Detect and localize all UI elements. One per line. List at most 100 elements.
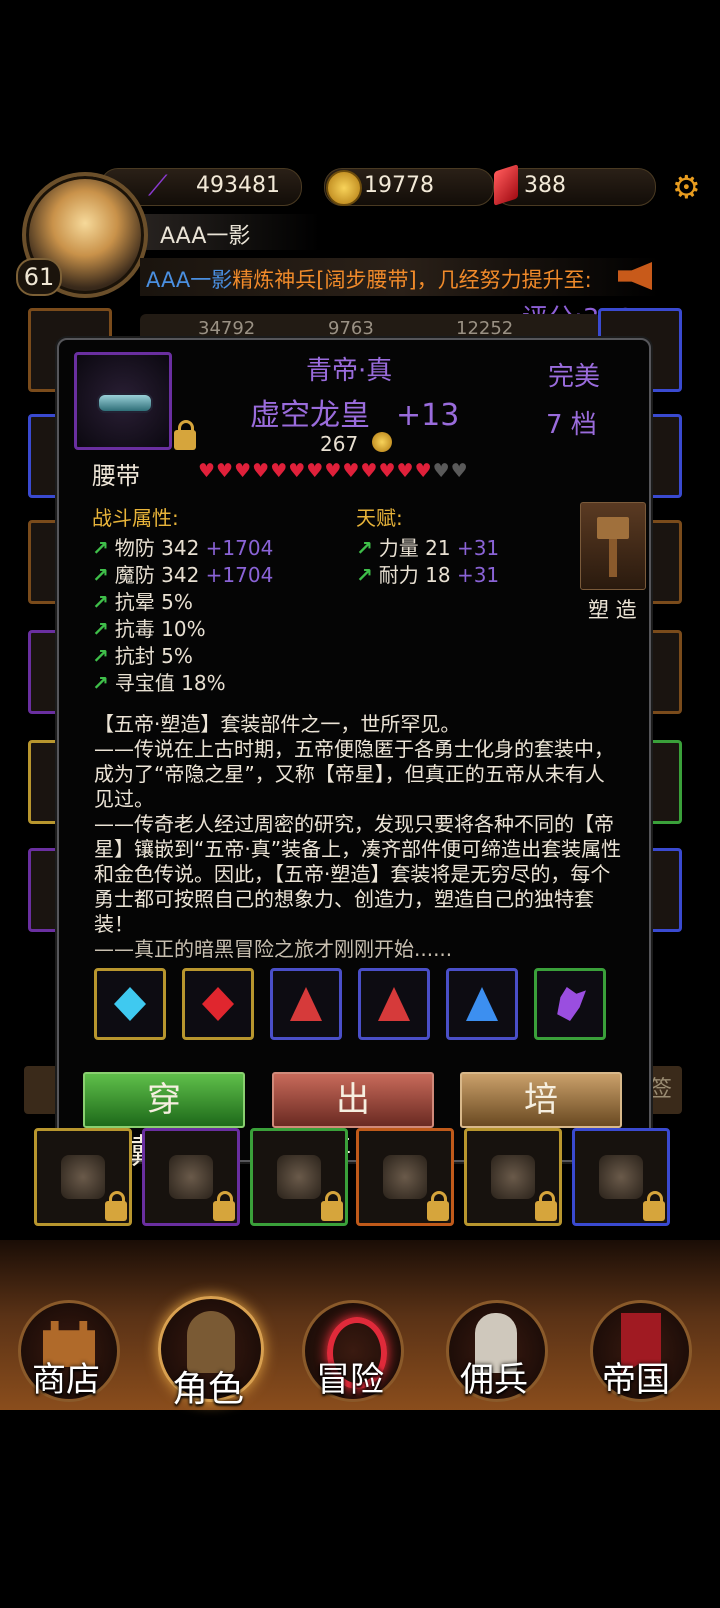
arrow-up-icon: ↗ (92, 671, 109, 695)
equip-button[interactable]: 穿戴 (83, 1072, 245, 1172)
hammer-icon (597, 517, 629, 539)
blue-triangle-gem-icon (466, 987, 498, 1021)
gem-socket[interactable] (182, 968, 254, 1040)
heart-full-icon: ♥ (234, 460, 253, 482)
settings-gear-icon[interactable]: ⚙ (672, 171, 702, 203)
combat-stat-bonus: +1704 (205, 563, 274, 587)
ruby-amount: 388 (524, 173, 566, 198)
equipment-slot[interactable] (142, 1128, 240, 1226)
purple-crystal-gem-icon (557, 987, 586, 1021)
combat-stat-name: 物防 342 (114, 536, 200, 560)
bg-right-tab-label: 签 (649, 1077, 672, 1102)
sell-button[interactable]: 出售 (272, 1072, 434, 1172)
item-enhance-level: +13 (396, 398, 460, 433)
talent-stat-name: 耐力 18 (378, 563, 451, 587)
equipment-slot[interactable] (464, 1128, 562, 1226)
lore-paragraph: ——真正的暗黑冒险之旅才刚刚开始...... (94, 937, 453, 961)
blue-diamond-gem-icon (114, 987, 146, 1021)
combat-stat-row: ↗ 抗毒 10% (92, 613, 206, 642)
item-lock-icon[interactable] (174, 420, 196, 450)
slot-lock-icon (643, 1191, 665, 1221)
combat-stat-bonus: +1704 (205, 536, 274, 560)
gem-socket[interactable] (446, 968, 518, 1040)
combat-stat-row: ↗ 抗封 5% (92, 640, 193, 669)
red-triangle-gem-icon (378, 987, 410, 1021)
hood-icon (491, 1155, 535, 1199)
combat-stat-name: 抗封 5% (114, 644, 193, 668)
arrow-up-icon: ↗ (92, 617, 109, 641)
heart-full-icon: ♥ (198, 460, 217, 482)
dagger-icon (61, 1155, 105, 1199)
item-name: 虚空龙皇 (250, 398, 370, 433)
forge-label: 塑 造 (588, 598, 637, 622)
heart-full-icon: ♥ (342, 460, 361, 482)
equipment-slot[interactable] (572, 1128, 670, 1226)
price-coin-icon (372, 432, 392, 452)
heart-full-icon: ♥ (216, 460, 235, 482)
gem-socket[interactable] (358, 968, 430, 1040)
heart-full-icon: ♥ (306, 460, 325, 482)
combat-stat-name: 寻宝值 18% (114, 671, 226, 695)
nav-shop-label: 商店 (32, 1360, 100, 1400)
train-button[interactable]: 培养 (460, 1072, 622, 1172)
belt-icon (97, 393, 153, 413)
equipment-slot[interactable] (34, 1128, 132, 1226)
arrow-up-icon: ↗ (92, 563, 109, 587)
heart-full-icon: ♥ (288, 460, 307, 482)
talent-stat-bonus: +31 (456, 563, 500, 587)
gold-amount: 19778 (364, 173, 434, 198)
talent-stat-row: ↗ 耐力 18 +31 (356, 559, 499, 588)
talent-stat-name: 力量 21 (378, 536, 451, 560)
talent-stat-bonus: +31 (456, 536, 500, 560)
heart-full-icon: ♥ (414, 460, 433, 482)
item-title: 虚空龙皇 +13 (250, 390, 459, 434)
equipment-slot[interactable] (250, 1128, 348, 1226)
equipment-slot[interactable] (356, 1128, 454, 1226)
broadcast-text: AAA一影精炼神兵[阔步腰带]，几经努力提升至: (146, 264, 592, 294)
heart-empty-icon: ♥ (432, 460, 451, 482)
broadcast-player: AAA一影 (146, 268, 233, 292)
crystal-icon: ⟋ (148, 169, 168, 202)
item-quality: 完美 (548, 362, 601, 392)
slot-lock-icon (213, 1191, 235, 1221)
arrow-up-icon: ↗ (92, 590, 109, 614)
nav-empire-label: 帝国 (602, 1360, 670, 1400)
heart-full-icon: ♥ (360, 460, 379, 482)
arrow-up-icon: ↗ (92, 536, 109, 560)
arrow-up-icon: ↗ (356, 563, 373, 587)
player-level-badge: 61 (16, 258, 62, 296)
item-lore: 【五帝·塑造】套装部件之一，世所罕见。 ——传说在上古时期，五帝便隐匿于各勇士化… (94, 712, 624, 962)
combat-stat-row: ↗ 魔防 342 +1704 (92, 559, 273, 588)
arrow-up-icon: ↗ (356, 536, 373, 560)
combat-stat-row: ↗ 物防 342 +1704 (92, 532, 273, 561)
durability-hearts: ♥♥♥♥♥♥♥♥♥♥♥♥♥♥♥ (198, 460, 469, 482)
gem-socket[interactable] (270, 968, 342, 1040)
lore-paragraph: 【五帝·塑造】套装部件之一，世所罕见。 (94, 712, 461, 736)
crystal-amount: 493481 (196, 173, 280, 198)
heart-full-icon: ♥ (396, 460, 415, 482)
gem-socket[interactable] (534, 968, 606, 1040)
bg-stat-magic: 12252 (456, 318, 514, 339)
player-name: AAA一影 (160, 224, 251, 249)
forge-button[interactable] (580, 502, 646, 590)
item-type: 腰带 (92, 462, 140, 490)
nav-character-label: 角色 (171, 1369, 244, 1410)
heart-full-icon: ♥ (270, 460, 289, 482)
armor-icon (599, 1155, 643, 1199)
combat-stat-row: ↗ 寻宝值 18% (92, 667, 226, 696)
gem-socket[interactable] (94, 968, 166, 1040)
helmet-icon (383, 1155, 427, 1199)
hammer-handle (609, 539, 617, 577)
talent-stat-row: ↗ 力量 21 +31 (356, 532, 499, 561)
combat-stat-name: 抗晕 5% (114, 590, 193, 614)
item-set-name: 青帝·真 (306, 356, 393, 386)
nav-adventure-label: 冒险 (316, 1360, 384, 1400)
combat-stat-row: ↗ 抗晕 5% (92, 586, 193, 615)
broadcast-message: 精炼神兵[阔步腰带]，几经努力提升至: (232, 268, 592, 292)
combat-stat-name: 魔防 342 (114, 563, 200, 587)
heart-full-icon: ♥ (252, 460, 271, 482)
slot-lock-icon (535, 1191, 557, 1221)
gold-belt-icon (277, 1155, 321, 1199)
slot-lock-icon (427, 1191, 449, 1221)
item-grade: 7 档 (546, 410, 597, 440)
